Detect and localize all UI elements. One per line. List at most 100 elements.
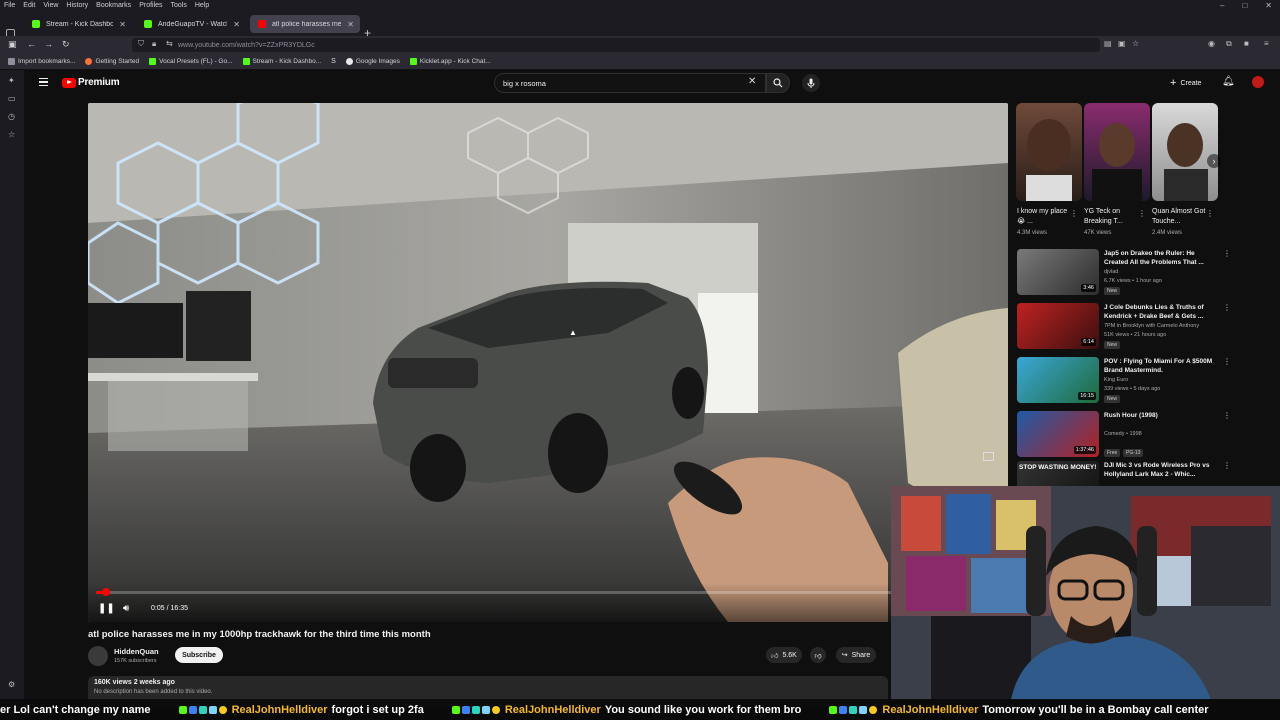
time-display: 0:05 / 16:35 [151, 605, 188, 612]
recommended-video[interactable]: 16:15 POV : Flying To Miami For A $500M … [1017, 357, 1237, 407]
more-options-icon[interactable]: ⋮ [1206, 209, 1214, 218]
bookmark-label: Vocal Presets (FL) - Go... [159, 58, 233, 65]
recommended-video[interactable]: 6:14 J Cole Debunks Lies & Truths of Ken… [1017, 303, 1237, 353]
youtube-premium-logo[interactable]: Premium [62, 77, 120, 88]
short-thumbnail[interactable] [1084, 103, 1150, 201]
more-options-icon[interactable]: ⋮ [1138, 209, 1146, 218]
chevron-right-icon[interactable]: › [1207, 154, 1221, 168]
tab-andeguapotv[interactable]: AndeGuapoTV - Watch the VO ✕ [136, 15, 246, 33]
share-icon: ↪ [841, 652, 848, 659]
volume-icon[interactable]: 🔊︎ [123, 603, 129, 614]
reload-icon[interactable]: ↻ [62, 39, 70, 50]
recommended-video[interactable]: 3:46 Jap5 on Drakeo the Ruler: He Create… [1017, 249, 1237, 299]
short-title[interactable]: Quan Almost Got Touche... [1152, 207, 1208, 227]
rec-title: Rush Hour (1998) [1104, 412, 1158, 419]
subscribe-button[interactable]: Subscribe [175, 647, 223, 663]
kick-badge-icon [451, 705, 460, 714]
rating-badge: PG-13 [1123, 449, 1144, 457]
bookmark-label: Getting Started [95, 58, 140, 65]
more-options-icon[interactable]: ⋮ [1223, 357, 1231, 366]
tab-youtube-video[interactable]: atl police harasses me in m ✕ [250, 15, 360, 33]
lock-icon[interactable]: 🔒︎ [152, 39, 156, 49]
recommended-video[interactable]: 1:37:46 Rush Hour (1998) Comedy • 1998 F… [1017, 411, 1237, 461]
minimize-icon[interactable]: – [1220, 1, 1224, 10]
back-icon[interactable]: ← [27, 39, 36, 49]
extension-badge-icon[interactable]: ■ [1244, 39, 1249, 48]
reader-view-icon[interactable]: ▤ [1104, 39, 1112, 48]
tab-kick-dashboard[interactable]: Stream - Kick Dashboard ✕ [24, 15, 132, 33]
more-options-icon[interactable]: ⋮ [1223, 461, 1231, 470]
share-label: Share [851, 651, 871, 659]
account-avatar[interactable] [1252, 76, 1264, 88]
extensions-icon[interactable]: ⧉ [1226, 39, 1232, 49]
menu-bookmarks[interactable]: Bookmarks [96, 2, 131, 9]
kick-favicon-icon [144, 20, 152, 28]
hamburger-menu-icon[interactable] [39, 78, 48, 86]
sidebar-settings-icon[interactable]: ⚙ [8, 680, 15, 689]
page-info-icon[interactable]: ⇆ [166, 39, 173, 48]
forward-icon[interactable]: → [44, 39, 53, 49]
picture-in-picture-icon[interactable]: ▣ [1118, 39, 1126, 48]
search-button[interactable] [766, 73, 790, 93]
bookmark-item[interactable]: Kicklet.app - Kick Chat... [409, 58, 491, 65]
rec-title: DJI Mic 3 vs Rode Wireless Pro vs Hollyl… [1104, 462, 1210, 478]
more-options-icon[interactable]: ⋮ [1223, 303, 1231, 312]
voice-search-button[interactable] [802, 74, 820, 92]
short-thumbnail[interactable] [1016, 103, 1082, 201]
share-button[interactable]: ↪ Share [836, 647, 876, 663]
account-icon[interactable]: ◉ [1208, 39, 1215, 48]
close-window-icon[interactable]: ✕ [1265, 1, 1272, 10]
menu-history[interactable]: History [66, 2, 88, 9]
channel-avatar[interactable] [88, 646, 108, 666]
short-views: 4.3M views [1017, 230, 1048, 236]
like-button[interactable]: 👍︎ 5.6K [766, 647, 802, 663]
bookmark-item[interactable]: S [331, 58, 336, 65]
pause-icon[interactable]: ❚❚ [98, 603, 115, 614]
synced-tabs-icon[interactable]: ▭ [8, 94, 16, 103]
short-thumbnail[interactable] [1152, 103, 1218, 201]
bookmark-item[interactable]: Vocal Presets (FL) - Go... [149, 58, 233, 65]
menu-view[interactable]: View [43, 2, 58, 9]
menu-tools[interactable]: Tools [171, 2, 187, 9]
more-options-icon[interactable]: ⋮ [1223, 249, 1231, 258]
menu-help[interactable]: Help [195, 2, 209, 9]
maximize-icon[interactable]: □ [1242, 1, 1247, 10]
gift-badge-icon [859, 705, 868, 714]
kick-badge-icon [178, 705, 187, 714]
channel-name[interactable]: HiddenQuan [114, 647, 159, 656]
short-title[interactable]: YG Teck on Breaking T... [1084, 207, 1140, 227]
shield-icon[interactable]: ⛉ [138, 39, 144, 49]
close-tab-icon[interactable]: ✕ [119, 20, 126, 29]
more-options-icon[interactable]: ⋮ [1070, 209, 1078, 218]
short-thumb-image [1092, 123, 1142, 201]
video-thumbnail: 3:46 [1017, 249, 1099, 295]
history-icon[interactable]: ◷ [8, 112, 15, 121]
more-options-icon[interactable]: ⋮ [1223, 411, 1231, 420]
close-tab-icon[interactable]: ✕ [347, 20, 354, 29]
progress-bar[interactable] [96, 588, 1000, 596]
expand-icon[interactable] [983, 452, 994, 461]
short-title[interactable]: I know my place 😭 ... [1017, 207, 1073, 227]
video-player[interactable]: ▲ ❚❚ 🔊︎ 0:05 / 16:35 [88, 103, 1008, 622]
bookmark-item[interactable]: Import bookmarks... [8, 58, 75, 65]
bookmark-star-icon[interactable]: ☆ [1132, 39, 1139, 48]
bookmark-item[interactable]: Google Images [345, 58, 400, 65]
bookmarks-icon[interactable]: ☆ [8, 130, 15, 139]
dislike-button[interactable]: 👎︎ [810, 647, 826, 663]
scrubber-handle[interactable] [102, 588, 110, 596]
chat-badges [451, 705, 500, 714]
ai-chat-icon[interactable]: ✦ [8, 76, 15, 85]
menu-edit[interactable]: Edit [23, 2, 35, 9]
notifications-bell-icon[interactable]: 🔔︎ [1222, 76, 1235, 87]
sidebar-toggle-icon[interactable]: ▣ [8, 39, 17, 50]
create-button[interactable]: + Create [1170, 77, 1201, 89]
url-bar[interactable]: www.youtube.com/watch?v=ZZxPR3YDLGc [132, 38, 1100, 52]
search-input[interactable]: big x rosoma [494, 73, 766, 93]
bookmark-item[interactable]: Getting Started [85, 58, 139, 65]
menu-file[interactable]: File [4, 2, 15, 9]
bookmark-item[interactable]: Stream - Kick Dashbo... [242, 58, 321, 65]
close-tab-icon[interactable]: ✕ [233, 20, 240, 29]
menu-profiles[interactable]: Profiles [139, 2, 162, 9]
clear-search-icon[interactable]: ✕ [748, 76, 756, 87]
browser-menu-icon[interactable]: ≡ [1264, 39, 1269, 48]
